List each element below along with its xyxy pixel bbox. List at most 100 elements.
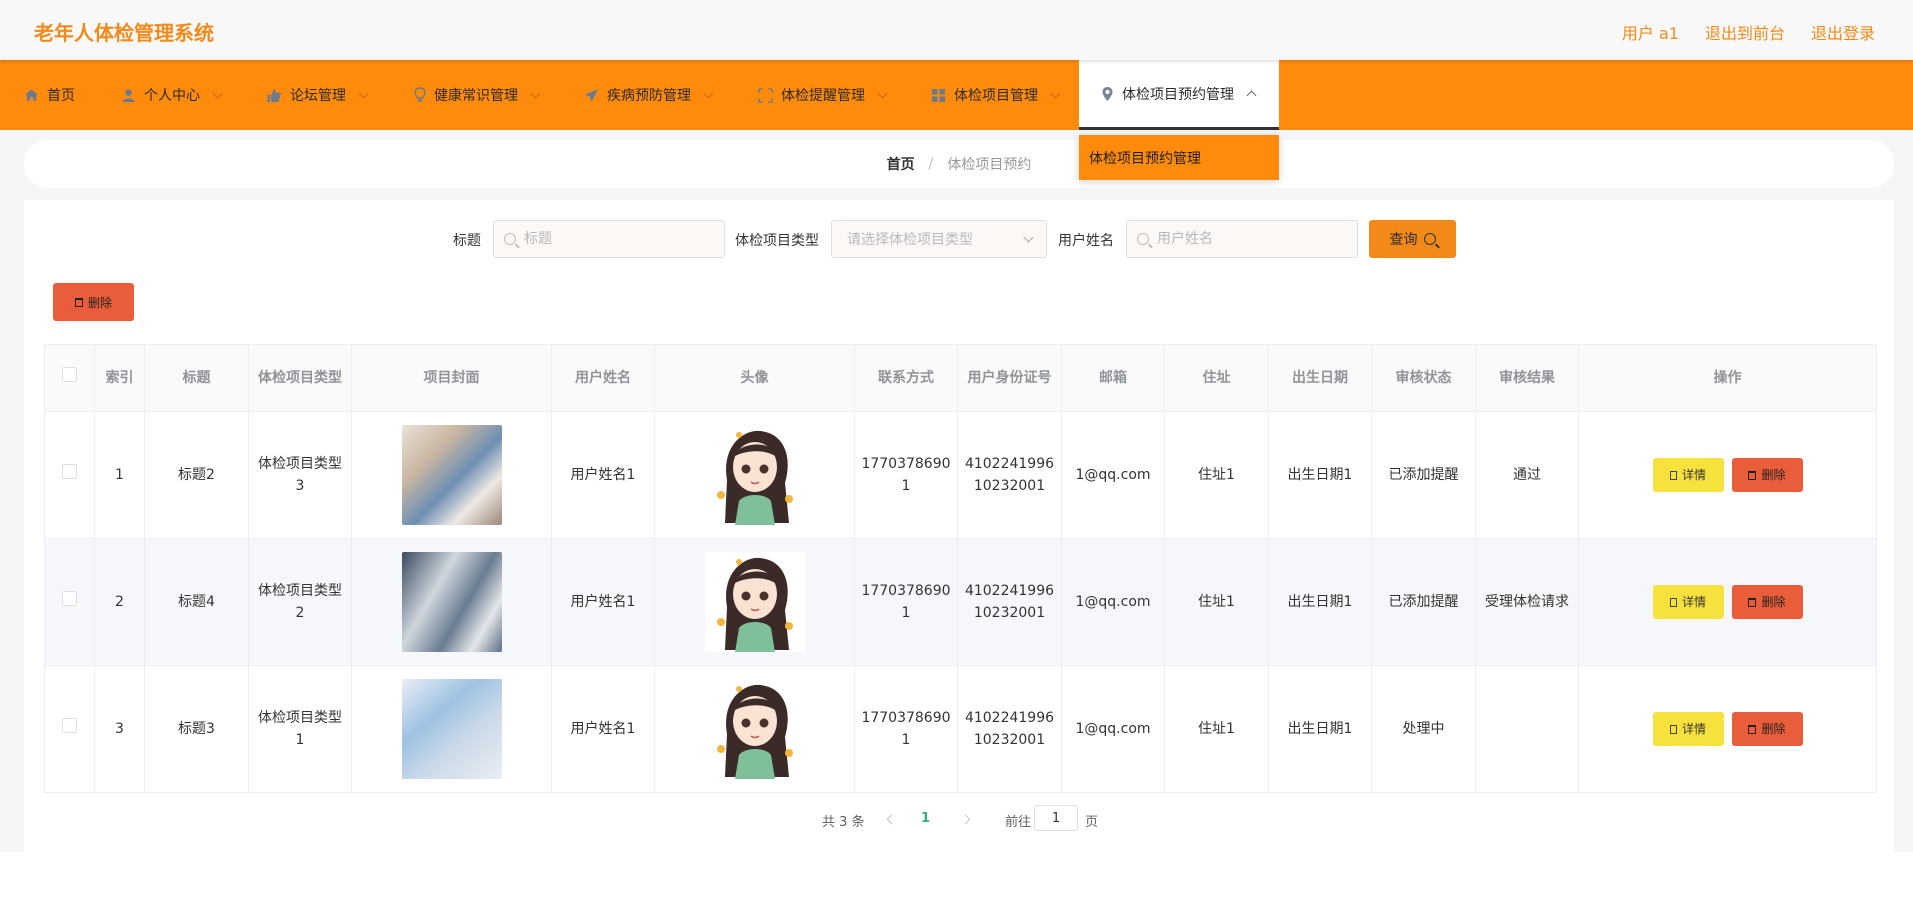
- cell-username: 用户姓名1: [551, 665, 655, 793]
- nav-item-personal-center[interactable]: 个人中心: [121, 60, 223, 130]
- cell-status: 处理中: [1371, 665, 1476, 793]
- cell-actions: 详情 删除: [1578, 411, 1877, 539]
- table-row: 2 标题4 体检项目类型2 用户姓名1 17703786901 41022419…: [44, 538, 1877, 666]
- column-header: 索引: [94, 344, 145, 412]
- appointment-table: 索引 标题 体检项目类型 项目封面 用户姓名 头像 联系方式 用户身份证号 邮箱…: [44, 344, 1877, 793]
- next-page-icon[interactable]: [960, 814, 971, 825]
- nav-item-forum[interactable]: 论坛管理: [266, 60, 369, 130]
- chevron-down-icon: [1050, 88, 1061, 98]
- batch-delete-button[interactable]: 删除: [53, 283, 134, 321]
- select-all-cell: [44, 344, 95, 412]
- page-number[interactable]: 1: [921, 811, 930, 826]
- project-cover-image[interactable]: [401, 679, 502, 779]
- cell-birth: 出生日期1: [1268, 411, 1372, 539]
- column-header: 用户姓名: [551, 344, 655, 412]
- cell-type: 体检项目类型1: [248, 665, 352, 793]
- column-header: 操作: [1578, 344, 1877, 412]
- row-checkbox[interactable]: [62, 464, 77, 479]
- column-header: 体检项目类型: [248, 344, 352, 412]
- nav-item-checkup-reminder[interactable]: 体检提醒管理: [758, 60, 888, 130]
- delete-button[interactable]: 删除: [1731, 585, 1803, 619]
- detail-button[interactable]: 详情: [1652, 585, 1724, 619]
- logout-link[interactable]: 退出登录: [1811, 20, 1875, 44]
- project-cover-image[interactable]: [401, 425, 502, 525]
- project-cover-image[interactable]: [401, 552, 502, 652]
- cell-result: 受理体检请求: [1475, 538, 1579, 666]
- cell-phone: 17703786901: [854, 665, 958, 793]
- detail-label: 详情: [1681, 468, 1706, 482]
- cell-address: 住址1: [1164, 538, 1269, 666]
- page-unit-label: 页: [1085, 815, 1099, 830]
- nav-item-appointment[interactable]: 体检项目预约管理: [1079, 60, 1279, 130]
- detail-label: 详情: [1681, 595, 1706, 609]
- avatar[interactable]: [704, 425, 805, 525]
- cell-birth: 出生日期1: [1268, 665, 1372, 793]
- user-link[interactable]: 用户 a1: [1622, 20, 1679, 44]
- detail-button[interactable]: 详情: [1652, 712, 1724, 746]
- column-header: 出生日期: [1268, 344, 1372, 412]
- page-jump-input[interactable]: [1034, 805, 1078, 831]
- cell-email: 1@qq.com: [1061, 538, 1165, 666]
- cell-email: 1@qq.com: [1061, 411, 1165, 539]
- back-to-front-link[interactable]: 退出到前台: [1705, 20, 1785, 44]
- cell-title: 标题3: [144, 665, 249, 793]
- breadcrumb-home[interactable]: 首页: [887, 154, 915, 174]
- cell-avatar: [654, 665, 855, 793]
- nav-label: 论坛管理: [290, 88, 346, 104]
- cell-cover: [351, 538, 552, 666]
- table-row: 3 标题3 体检项目类型1 用户姓名1 17703786901 41022419…: [44, 665, 1877, 793]
- app-title: 老年人体检管理系统: [34, 21, 214, 45]
- row-checkbox[interactable]: [62, 718, 77, 733]
- row-checkbox[interactable]: [62, 591, 77, 606]
- avatar[interactable]: [704, 679, 805, 779]
- type-select-placeholder: 请选择体检项目类型: [847, 232, 973, 248]
- grid-icon: [931, 88, 946, 102]
- dropdown-item-appointment[interactable]: 体检项目预约管理: [1079, 148, 1201, 168]
- query-button-label: 查询: [1389, 232, 1418, 248]
- user-icon: [122, 88, 135, 102]
- table-row: 1 标题2 体检项目类型3 用户姓名1 17703786901 41022419…: [44, 411, 1877, 539]
- search-icon: [504, 233, 516, 245]
- nav-label: 体检提醒管理: [781, 88, 865, 104]
- column-header: 联系方式: [854, 344, 958, 412]
- cell-result: [1475, 665, 1579, 793]
- nav-label: 体检项目预约管理: [1122, 86, 1234, 103]
- top-links: 用户 a1 退出到前台 退出登录: [1622, 20, 1875, 44]
- nav-label: 体检项目管理: [954, 88, 1038, 104]
- detail-button[interactable]: 详情: [1652, 458, 1724, 492]
- bulb-icon: [414, 87, 426, 102]
- top-bar: 老年人体检管理系统 用户 a1 退出到前台 退出登录: [0, 0, 1913, 60]
- cell-index: 2: [94, 538, 145, 666]
- username-input[interactable]: [1155, 230, 1309, 248]
- cell-username: 用户姓名1: [551, 538, 655, 666]
- nav-item-health-knowledge[interactable]: 健康常识管理: [414, 60, 541, 130]
- breadcrumb: 首页 / 体检项目预约: [24, 140, 1894, 188]
- column-header: 邮箱: [1061, 344, 1165, 412]
- cell-status: 已添加提醒: [1371, 411, 1476, 539]
- select-all-checkbox[interactable]: [62, 367, 77, 382]
- avatar[interactable]: [704, 552, 805, 652]
- column-header: 标题: [144, 344, 249, 412]
- cell-address: 住址1: [1164, 665, 1269, 793]
- pagination: 共 3 条 1 前往 页: [0, 805, 1913, 835]
- nav-item-checkup-project[interactable]: 体检项目管理: [931, 60, 1061, 130]
- cell-cover: [351, 665, 552, 793]
- cell-avatar: [654, 411, 855, 539]
- query-button[interactable]: 查询: [1369, 220, 1456, 258]
- send-icon: [584, 88, 599, 102]
- delete-button[interactable]: 删除: [1731, 712, 1803, 746]
- search-form: 标题 体检项目类型 请选择体检项目类型 用户姓名 查询: [0, 220, 1913, 260]
- nav-item-home[interactable]: 首页: [24, 60, 75, 130]
- chevron-down-icon: [358, 88, 369, 98]
- nav-item-disease-prevention[interactable]: 疾病预防管理: [584, 60, 714, 130]
- crop-icon: [758, 87, 773, 103]
- type-select[interactable]: 请选择体检项目类型: [831, 220, 1047, 258]
- delete-label: 删除: [1761, 468, 1786, 482]
- chevron-down-icon: [1023, 232, 1034, 243]
- title-search-field: [493, 220, 725, 258]
- title-input[interactable]: [522, 230, 676, 248]
- cell-type: 体检项目类型2: [248, 538, 352, 666]
- column-header: 审核状态: [1371, 344, 1476, 412]
- delete-button[interactable]: 删除: [1731, 458, 1803, 492]
- prev-page-icon[interactable]: [886, 814, 897, 825]
